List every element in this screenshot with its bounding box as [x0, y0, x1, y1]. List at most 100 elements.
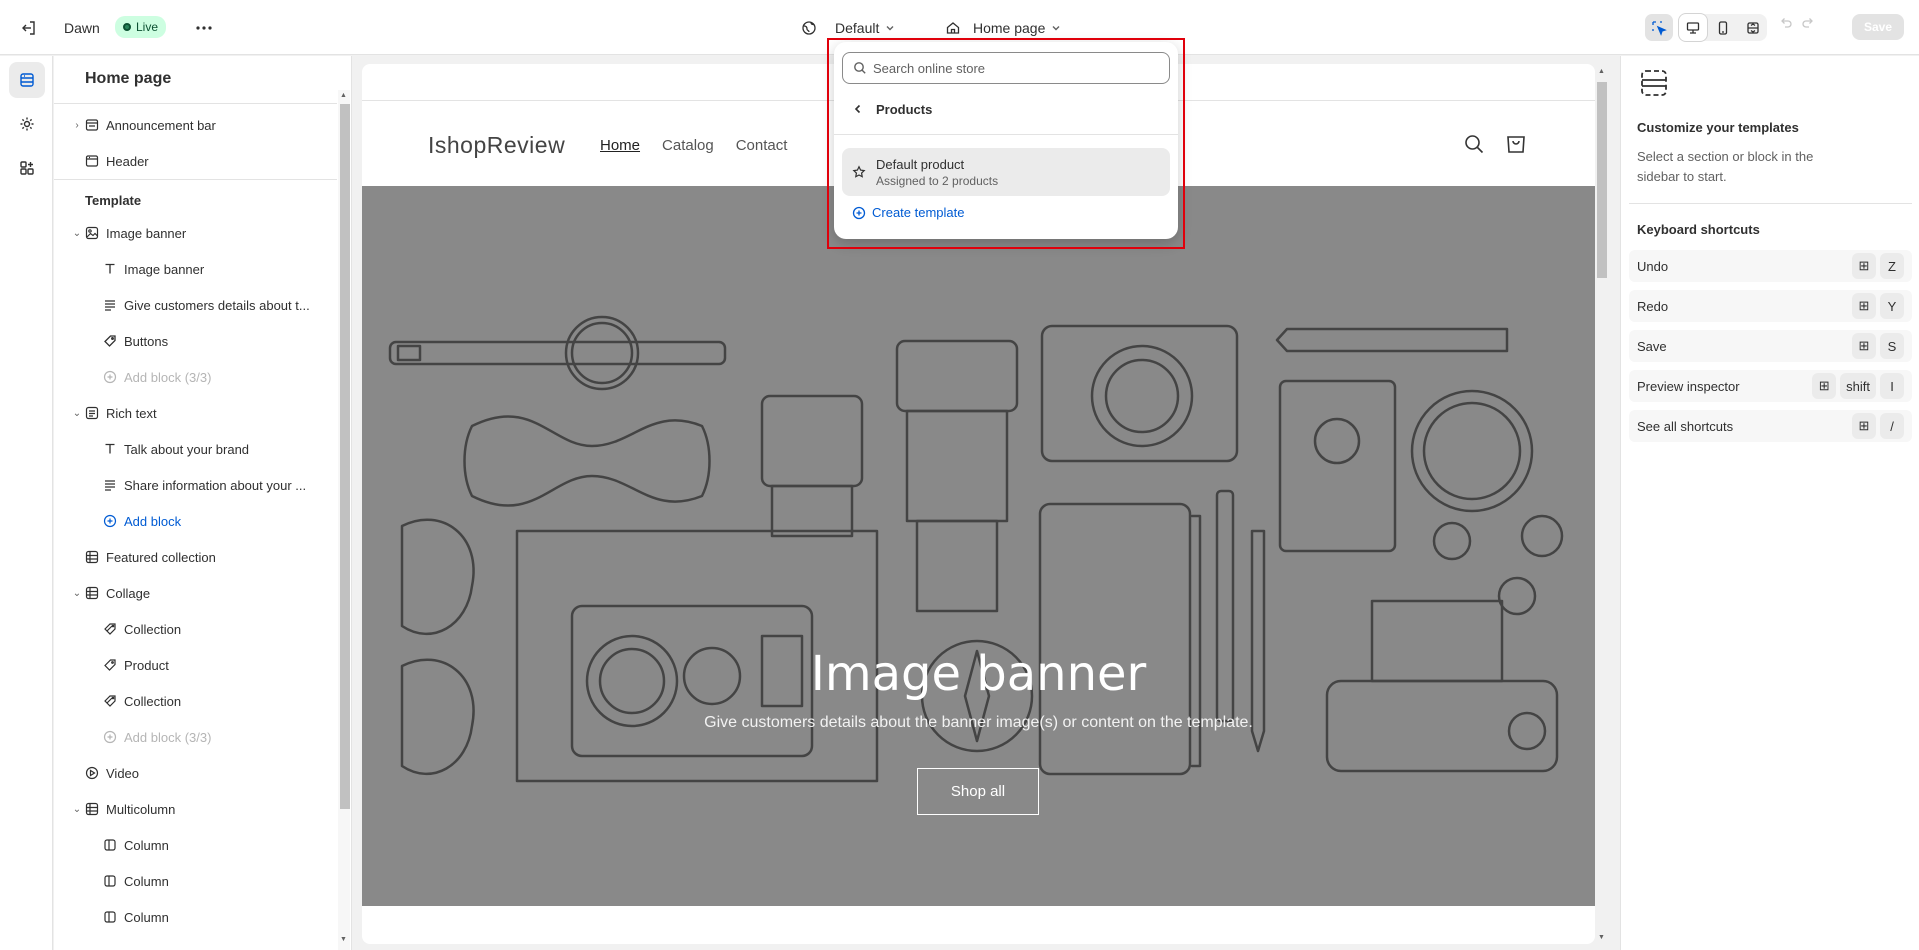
scrollbar-thumb[interactable]	[340, 104, 350, 809]
block-collection[interactable]: Collection	[54, 612, 337, 646]
collage-icon	[84, 585, 100, 601]
chevron-right-icon[interactable]: ›	[70, 120, 84, 131]
section-announcement-bar[interactable]: › Announcement bar	[54, 108, 337, 142]
block-column[interactable]: Column	[54, 900, 337, 934]
shortcut-row: Undo ⊞ Z	[1629, 250, 1912, 282]
search-input[interactable]	[873, 60, 1153, 76]
panel-title: Customize your templates	[1637, 120, 1799, 135]
section-multicolumn[interactable]: ⌄ Multicolumn	[54, 792, 337, 826]
sidebar-scrollbar[interactable]: ▲ ▼	[338, 90, 350, 950]
section-rich-text[interactable]: ⌄ Rich text	[54, 396, 337, 430]
block-heading[interactable]: Talk about your brand	[54, 432, 337, 466]
add-block-button[interactable]: Add block (3/3)	[54, 360, 337, 394]
image-banner[interactable]: Image banner Give customers details abou…	[362, 186, 1595, 906]
exit-icon[interactable]	[18, 0, 40, 55]
live-badge: Live	[115, 16, 167, 38]
column-icon	[102, 909, 118, 925]
apps-icon	[20, 161, 34, 175]
block-text[interactable]: Share information about your ...	[54, 468, 337, 502]
shop-all-button[interactable]: Shop all	[917, 768, 1039, 815]
sections-tab[interactable]	[9, 62, 45, 98]
section-image-banner[interactable]: ⌄ Image banner	[54, 216, 337, 250]
store-logo[interactable]: IshopReview	[428, 132, 565, 159]
save-button[interactable]: Save	[1852, 14, 1904, 40]
button-icon	[102, 333, 118, 349]
block-label: Give customers details about t...	[124, 297, 310, 313]
add-block-button[interactable]: Add block (3/3)	[54, 720, 337, 754]
section-label: Collage	[106, 585, 151, 601]
back-to-templates-button[interactable]: Products	[842, 92, 1170, 126]
theme-select-label: Default	[835, 19, 880, 36]
chevron-down-icon[interactable]: ⌄	[70, 228, 84, 239]
multicolumn-icon	[84, 801, 100, 817]
cart-icon[interactable]	[1504, 132, 1528, 156]
block-column[interactable]: Column	[54, 828, 337, 862]
home-icon	[946, 21, 960, 34]
search-field[interactable]	[842, 52, 1170, 84]
gear-icon	[20, 117, 34, 131]
text-icon	[102, 441, 118, 457]
block-column[interactable]: Column	[54, 864, 337, 898]
live-label: Live	[136, 20, 159, 34]
scroll-down-icon[interactable]: ▼	[1598, 934, 1605, 941]
chevron-down-icon[interactable]: ⌄	[70, 408, 84, 419]
chevron-down-icon[interactable]: ⌄	[70, 588, 84, 599]
block-collection[interactable]: Collection	[54, 684, 337, 718]
redo-icon	[1802, 18, 1813, 28]
block-label: Column	[124, 873, 169, 889]
device-segment	[1679, 14, 1767, 41]
nav-catalog[interactable]: Catalog	[662, 137, 714, 154]
scroll-up-icon[interactable]: ▲	[340, 92, 347, 99]
shortcut-row[interactable]: See all shortcuts ⊞ /	[1629, 410, 1912, 442]
block-text[interactable]: Give customers details about t...	[54, 288, 337, 322]
scroll-down-icon[interactable]: ▼	[340, 936, 347, 943]
redo-button[interactable]	[1800, 14, 1816, 33]
section-collage[interactable]: ⌄ Collage	[54, 576, 337, 610]
search-icon[interactable]	[1462, 132, 1486, 156]
more-actions-button[interactable]	[194, 0, 214, 55]
create-template-button[interactable]: Create template	[852, 205, 965, 220]
shortcut-key: ⊞	[1812, 373, 1837, 399]
block-product[interactable]: Product	[54, 648, 337, 682]
nav-home[interactable]: Home	[600, 137, 640, 154]
section-header[interactable]: Header	[54, 144, 337, 178]
add-block-button[interactable]: Add block	[54, 504, 337, 538]
nav-contact[interactable]: Contact	[736, 137, 788, 154]
column-icon	[102, 837, 118, 853]
video-icon	[84, 765, 100, 781]
shortcut-row: Preview inspector ⊞ shift I	[1629, 370, 1912, 402]
mobile-view-button[interactable]	[1709, 14, 1737, 41]
announcement-icon	[84, 117, 100, 133]
chevron-down-icon	[1052, 25, 1060, 30]
inspector-button[interactable]	[1645, 14, 1673, 41]
block-label: Buttons	[124, 333, 169, 349]
store-nav: Home Catalog Contact	[600, 137, 787, 154]
plus-circle-icon	[102, 513, 118, 529]
plus-circle-icon	[102, 369, 118, 385]
shortcut-key: ⊞	[1852, 293, 1876, 319]
block-buttons[interactable]: Buttons	[54, 324, 337, 358]
fullscreen-view-button[interactable]	[1739, 14, 1767, 41]
scroll-up-icon[interactable]: ▲	[1598, 68, 1605, 75]
shortcut-row: Save ⊞ S	[1629, 330, 1912, 362]
chevron-down-icon[interactable]: ⌄	[70, 804, 84, 815]
text-icon	[102, 261, 118, 277]
scrollbar-thumb[interactable]	[1597, 82, 1607, 278]
divider	[54, 179, 337, 180]
block-label: Talk about your brand	[124, 441, 250, 457]
settings-tab[interactable]	[9, 106, 45, 142]
shortcut-key: /	[1880, 413, 1904, 439]
chevron-down-icon	[886, 25, 894, 30]
star-icon	[852, 165, 866, 178]
preview-scrollbar[interactable]: ▲ ▼	[1596, 68, 1608, 944]
section-featured-collection[interactable]: Featured collection	[54, 540, 337, 574]
section-video[interactable]: Video	[54, 756, 337, 790]
apps-tab[interactable]	[9, 150, 45, 186]
undo-button[interactable]	[1778, 14, 1794, 33]
add-block-label: Add block (3/3)	[124, 369, 212, 385]
plus-circle-icon	[102, 729, 118, 745]
desktop-view-button[interactable]	[1679, 14, 1707, 41]
divider	[54, 103, 337, 104]
template-option[interactable]: Default product Assigned to 2 products	[842, 148, 1170, 196]
block-heading[interactable]: Image banner	[54, 252, 337, 286]
